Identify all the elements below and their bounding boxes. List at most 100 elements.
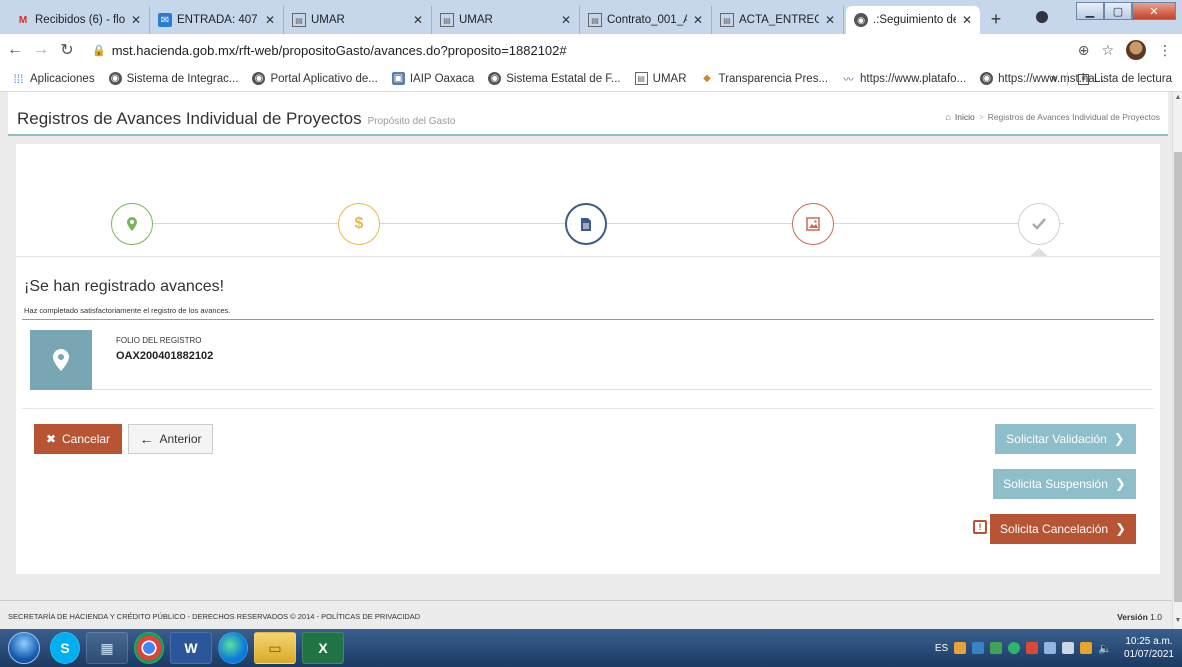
stepper-pointer <box>1030 248 1048 256</box>
star-icon[interactable]: ☆ <box>1101 42 1114 59</box>
breadcrumb-home-link[interactable]: Inicio <box>955 112 975 122</box>
tab-label: ACTA_ENTREGA_A <box>739 14 819 26</box>
file-text-icon <box>581 217 591 231</box>
reload-icon[interactable]: ↻ <box>56 40 78 60</box>
breadcrumb: ⌂ Inicio > Registros de Avances Individu… <box>945 112 1160 122</box>
cancel-button[interactable]: ✖ Cancelar <box>34 424 122 454</box>
tab-umar-1[interactable]: ▤ UMAR ✕ <box>284 6 432 34</box>
footer-text[interactable]: SECRETARÍA DE HACIENDA Y CRÉDITO PÚBLICO… <box>8 612 420 621</box>
tab-contrato[interactable]: ▤ Contrato_001_AD ✕ <box>580 6 712 34</box>
bookmark-label: Sistema de Integrac... <box>126 72 239 85</box>
forward-icon[interactable]: → <box>30 41 52 59</box>
zoom-icon[interactable]: ⊕ <box>1078 42 1090 59</box>
new-tab-button[interactable]: + <box>985 9 1007 31</box>
profile-icon[interactable] <box>1036 11 1048 23</box>
system-clock[interactable]: 10:25 a.m. 01/07/2021 <box>1124 635 1174 661</box>
step-budget[interactable]: $ <box>338 203 380 245</box>
button-label: Solicita Suspensión <box>1003 477 1108 491</box>
scrollbar-thumb[interactable] <box>1174 152 1182 602</box>
tray-app-icon[interactable] <box>1044 642 1057 654</box>
tab-seguimiento[interactable]: ◉ .:Seguimiento de ✕ <box>846 6 980 34</box>
tray-app-icon[interactable] <box>1008 642 1021 654</box>
tray-app-icon[interactable] <box>1026 642 1039 654</box>
excel-icon[interactable]: X <box>302 632 344 664</box>
calculator-icon[interactable]: ▦ <box>86 632 128 664</box>
bookmark-aplicaciones[interactable]: ⁞⁞⁞ Aplicaciones <box>12 72 94 86</box>
document-icon: ▤ <box>720 13 734 27</box>
step-location[interactable] <box>111 203 153 245</box>
back-icon[interactable]: ← <box>4 41 26 59</box>
bookmark-sistema-estatal[interactable]: ◉ Sistema Estatal de F... <box>488 72 621 85</box>
menu-kebab-icon[interactable]: ⋮ <box>1158 42 1172 59</box>
page-scrollbar[interactable]: ▲ ▼ <box>1172 92 1182 629</box>
close-tab-icon[interactable]: ✕ <box>693 13 703 27</box>
folio-panel: FOLIO DEL REGISTRO OAX200401882102 <box>30 330 1152 390</box>
file-explorer-icon[interactable]: ▭ <box>254 632 296 664</box>
chevron-right-icon: ❯ <box>1113 431 1125 446</box>
request-validation-button[interactable]: Solicitar Validación ❯ <box>995 424 1136 454</box>
close-tab-icon[interactable]: ✕ <box>131 13 141 27</box>
page-subtitle: Propósito del Gasto <box>367 116 456 127</box>
bookmark-umar[interactable]: ▤ UMAR <box>634 72 687 85</box>
bookmark-iaip-oaxaca[interactable]: ▣ IAIP Oaxaca <box>391 72 475 85</box>
avatar[interactable] <box>1126 40 1146 60</box>
folio-label: FOLIO DEL REGISTRO <box>116 336 202 345</box>
tab-label: UMAR <box>459 14 493 26</box>
tab-umar-2[interactable]: ▤ UMAR ✕ <box>432 6 580 34</box>
close-tab-icon[interactable]: ✕ <box>413 13 423 27</box>
close-window-icon[interactable]: ✕ <box>1132 2 1176 20</box>
minimize-icon[interactable]: ▁ <box>1076 2 1104 20</box>
volume-icon[interactable]: 🔈 <box>1098 642 1112 655</box>
tray-app-icon[interactable] <box>990 642 1003 654</box>
scroll-up-icon[interactable]: ▲ <box>1173 94 1182 104</box>
reading-list-button[interactable]: Lista de lectura <box>1094 73 1172 85</box>
previous-button[interactable]: ← Anterior <box>128 424 213 454</box>
step-documents[interactable] <box>565 203 607 245</box>
url-text: mst.hacienda.gob.mx/rft-web/propositoGas… <box>111 42 567 58</box>
request-suspension-button[interactable]: Solicita Suspensión ❯ <box>993 469 1136 499</box>
url-field[interactable]: 🔒 mst.hacienda.gob.mx/rft-web/propositoG… <box>92 43 567 58</box>
scroll-down-icon[interactable]: ▼ <box>1173 617 1182 627</box>
tab-acta-entrega[interactable]: ▤ ACTA_ENTREGA_A ✕ <box>712 6 844 34</box>
check-icon <box>1032 218 1046 230</box>
bookmark-portal-aplicativo[interactable]: ◉ Portal Aplicativo de... <box>252 72 378 85</box>
bookmark-label: IAIP Oaxaca <box>409 72 475 85</box>
lock-icon[interactable]: 🔒 <box>92 44 106 57</box>
clock-date: 01/07/2021 <box>1123 649 1174 660</box>
reading-list-icon[interactable]: ≡ <box>1078 73 1089 85</box>
bookmark-plataforma[interactable]: 〰 https://www.platafo... <box>842 72 967 87</box>
document-icon: ▤ <box>440 13 454 27</box>
maximize-icon[interactable]: ▢ <box>1104 2 1132 20</box>
tab-outlook[interactable]: ✉ ENTRADA: 407 me ✕ <box>150 6 284 34</box>
language-indicator[interactable]: ES <box>935 643 948 654</box>
close-tab-icon[interactable]: ✕ <box>265 13 275 27</box>
close-tab-icon[interactable]: ✕ <box>825 13 835 27</box>
arrow-left-icon: ← <box>139 431 154 447</box>
close-tab-icon[interactable]: ✕ <box>962 13 972 27</box>
step-complete[interactable] <box>1018 203 1060 245</box>
network-icon[interactable] <box>1062 642 1075 654</box>
chrome-icon[interactable] <box>134 632 164 664</box>
skype-icon[interactable]: S <box>50 632 80 664</box>
map-marker-icon <box>127 217 137 231</box>
page-viewport: Registros de Avances Individual de Proye… <box>0 92 1172 629</box>
bookmark-transparencia[interactable]: ◆ Transparencia Pres... <box>701 72 828 85</box>
button-label: Solicita Cancelación <box>1000 522 1109 536</box>
step-images[interactable] <box>792 203 834 245</box>
edge-icon[interactable] <box>218 632 248 664</box>
tab-gmail[interactable]: M Recibidos (6) - flor ✕ <box>8 6 150 34</box>
more-bookmarks-button[interactable]: » <box>1051 73 1057 85</box>
close-tab-icon[interactable]: ✕ <box>561 13 571 27</box>
tray-app-icon[interactable] <box>1080 642 1093 654</box>
browser-tab-strip: M Recibidos (6) - flor ✕ ✉ ENTRADA: 407 … <box>0 0 1182 34</box>
address-bar: ← → ↻ 🔒 mst.hacienda.gob.mx/rft-web/prop… <box>0 34 1182 66</box>
globe-icon: ◉ <box>980 72 994 85</box>
word-icon[interactable]: W <box>170 632 212 664</box>
request-cancellation-button[interactable]: Solicita Cancelación ❯ <box>990 514 1136 544</box>
start-button[interactable] <box>8 632 40 664</box>
globe-icon: ◉ <box>488 72 502 85</box>
bookmark-sistema-integracion[interactable]: ◉ Sistema de Integrac... <box>108 72 239 85</box>
tray-app-icon[interactable] <box>972 642 985 654</box>
tray-app-icon[interactable] <box>954 642 967 654</box>
page-title-text: Registros de Avances Individual de Proye… <box>17 109 362 128</box>
